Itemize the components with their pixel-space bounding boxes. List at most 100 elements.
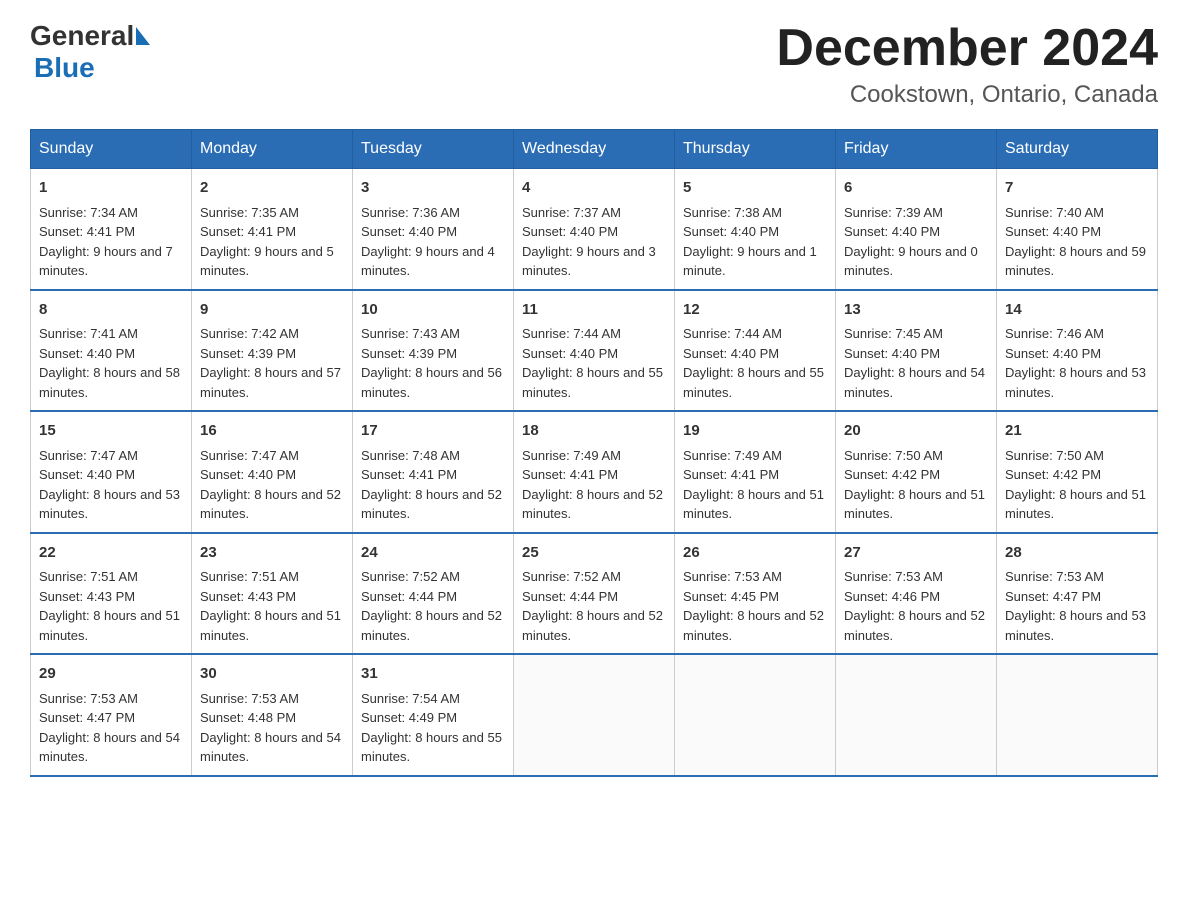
day-info: Sunrise: 7:44 AMSunset: 4:40 PMDaylight:… [683, 326, 824, 400]
day-info: Sunrise: 7:46 AMSunset: 4:40 PMDaylight:… [1005, 326, 1146, 400]
day-number: 20 [844, 420, 988, 443]
day-number: 5 [683, 177, 827, 200]
day-number: 11 [522, 299, 666, 322]
day-info: Sunrise: 7:53 AMSunset: 4:46 PMDaylight:… [844, 569, 985, 643]
day-number: 13 [844, 299, 988, 322]
day-number: 7 [1005, 177, 1149, 200]
month-title: December 2024 [776, 20, 1158, 77]
calendar-cell: 2 Sunrise: 7:35 AMSunset: 4:41 PMDaylight… [192, 169, 353, 290]
day-header-sunday: Sunday [31, 130, 192, 169]
day-info: Sunrise: 7:53 AMSunset: 4:45 PMDaylight:… [683, 569, 824, 643]
day-info: Sunrise: 7:43 AMSunset: 4:39 PMDaylight:… [361, 326, 502, 400]
calendar-cell: 14 Sunrise: 7:46 AMSunset: 4:40 PMDayligh… [997, 290, 1158, 412]
calendar-cell: 20 Sunrise: 7:50 AMSunset: 4:42 PMDayligh… [836, 411, 997, 533]
day-number: 24 [361, 542, 505, 565]
day-number: 8 [39, 299, 183, 322]
day-number: 21 [1005, 420, 1149, 443]
calendar-cell: 23Sunrise: 7:51 AMSunset: 4:43 PMDayligh… [192, 533, 353, 655]
calendar-cell: 25 Sunrise: 7:52 AMSunset: 4:44 PMDayligh… [514, 533, 675, 655]
calendar-cell: 21 Sunrise: 7:50 AMSunset: 4:42 PMDayligh… [997, 411, 1158, 533]
day-number: 1 [39, 177, 183, 200]
calendar-cell: 24 Sunrise: 7:52 AMSunset: 4:44 PMDayligh… [353, 533, 514, 655]
calendar-cell [836, 654, 997, 776]
calendar-cell: 18 Sunrise: 7:49 AMSunset: 4:41 PMDayligh… [514, 411, 675, 533]
calendar-cell: 8 Sunrise: 7:41 AMSunset: 4:40 PMDaylight… [31, 290, 192, 412]
day-info: Sunrise: 7:49 AMSunset: 4:41 PMDaylight:… [683, 448, 824, 522]
day-info: Sunrise: 7:36 AMSunset: 4:40 PMDaylight:… [361, 205, 495, 279]
day-number: 18 [522, 420, 666, 443]
day-header-wednesday: Wednesday [514, 130, 675, 169]
day-info: Sunrise: 7:47 AMSunset: 4:40 PMDaylight:… [39, 448, 180, 522]
day-number: 9 [200, 299, 344, 322]
day-number: 17 [361, 420, 505, 443]
day-info: Sunrise: 7:45 AMSunset: 4:40 PMDaylight:… [844, 326, 985, 400]
calendar-week-row: 1 Sunrise: 7:34 AMSunset: 4:41 PMDaylight… [31, 169, 1158, 290]
day-info: Sunrise: 7:44 AMSunset: 4:40 PMDaylight:… [522, 326, 663, 400]
calendar-cell [514, 654, 675, 776]
day-number: 19 [683, 420, 827, 443]
day-number: 14 [1005, 299, 1149, 322]
location-title: Cookstown, Ontario, Canada [776, 81, 1158, 109]
day-info: Sunrise: 7:52 AMSunset: 4:44 PMDaylight:… [361, 569, 502, 643]
day-number: 16 [200, 420, 344, 443]
calendar-week-row: 29Sunrise: 7:53 AMSunset: 4:47 PMDayligh… [31, 654, 1158, 776]
day-info: Sunrise: 7:42 AMSunset: 4:39 PMDaylight:… [200, 326, 341, 400]
calendar-cell: 27 Sunrise: 7:53 AMSunset: 4:46 PMDayligh… [836, 533, 997, 655]
calendar-cell [997, 654, 1158, 776]
calendar-week-row: 15 Sunrise: 7:47 AMSunset: 4:40 PMDayligh… [31, 411, 1158, 533]
day-number: 15 [39, 420, 183, 443]
day-info: Sunrise: 7:35 AMSunset: 4:41 PMDaylight:… [200, 205, 334, 279]
calendar-cell: 13 Sunrise: 7:45 AMSunset: 4:40 PMDayligh… [836, 290, 997, 412]
day-header-saturday: Saturday [997, 130, 1158, 169]
day-header-tuesday: Tuesday [353, 130, 514, 169]
calendar-table: SundayMondayTuesdayWednesdayThursdayFrid… [30, 129, 1158, 777]
day-number: 23 [200, 542, 344, 565]
day-info: Sunrise: 7:51 AMSunset: 4:43 PMDaylight:… [39, 569, 180, 643]
day-number: 28 [1005, 542, 1149, 565]
day-info: Sunrise: 7:53 AMSunset: 4:47 PMDaylight:… [39, 691, 180, 765]
calendar-cell [675, 654, 836, 776]
calendar-cell: 30Sunrise: 7:53 AMSunset: 4:48 PMDayligh… [192, 654, 353, 776]
calendar-cell: 12 Sunrise: 7:44 AMSunset: 4:40 PMDayligh… [675, 290, 836, 412]
calendar-cell: 31Sunrise: 7:54 AMSunset: 4:49 PMDayligh… [353, 654, 514, 776]
calendar-cell: 7 Sunrise: 7:40 AMSunset: 4:40 PMDaylight… [997, 169, 1158, 290]
calendar-cell: 29Sunrise: 7:53 AMSunset: 4:47 PMDayligh… [31, 654, 192, 776]
logo: General Blue [30, 20, 150, 84]
day-number: 27 [844, 542, 988, 565]
logo-triangle-icon [136, 27, 150, 45]
day-number: 12 [683, 299, 827, 322]
day-number: 25 [522, 542, 666, 565]
day-info: Sunrise: 7:49 AMSunset: 4:41 PMDaylight:… [522, 448, 663, 522]
calendar-cell: 16 Sunrise: 7:47 AMSunset: 4:40 PMDayligh… [192, 411, 353, 533]
day-number: 26 [683, 542, 827, 565]
day-number: 31 [361, 663, 505, 686]
page-header: General Blue December 2024 Cookstown, On… [30, 20, 1158, 109]
day-info: Sunrise: 7:47 AMSunset: 4:40 PMDaylight:… [200, 448, 341, 522]
calendar-cell: 3Sunrise: 7:36 AMSunset: 4:40 PMDaylight… [353, 169, 514, 290]
calendar-cell: 17 Sunrise: 7:48 AMSunset: 4:41 PMDayligh… [353, 411, 514, 533]
logo-text-general: General [30, 20, 134, 52]
day-info: Sunrise: 7:38 AMSunset: 4:40 PMDaylight:… [683, 205, 817, 279]
calendar-cell: 11 Sunrise: 7:44 AMSunset: 4:40 PMDayligh… [514, 290, 675, 412]
calendar-cell: 10Sunrise: 7:43 AMSunset: 4:39 PMDayligh… [353, 290, 514, 412]
day-info: Sunrise: 7:34 AMSunset: 4:41 PMDaylight:… [39, 205, 173, 279]
calendar-week-row: 22Sunrise: 7:51 AMSunset: 4:43 PMDayligh… [31, 533, 1158, 655]
title-section: December 2024 Cookstown, Ontario, Canada [776, 20, 1158, 109]
day-info: Sunrise: 7:50 AMSunset: 4:42 PMDaylight:… [844, 448, 985, 522]
day-number: 6 [844, 177, 988, 200]
day-info: Sunrise: 7:50 AMSunset: 4:42 PMDaylight:… [1005, 448, 1146, 522]
logo-text-blue: Blue [34, 52, 95, 84]
calendar-week-row: 8 Sunrise: 7:41 AMSunset: 4:40 PMDaylight… [31, 290, 1158, 412]
calendar-cell: 6Sunrise: 7:39 AMSunset: 4:40 PMDaylight… [836, 169, 997, 290]
calendar-header-row: SundayMondayTuesdayWednesdayThursdayFrid… [31, 130, 1158, 169]
calendar-cell: 28Sunrise: 7:53 AMSunset: 4:47 PMDayligh… [997, 533, 1158, 655]
day-info: Sunrise: 7:52 AMSunset: 4:44 PMDaylight:… [522, 569, 663, 643]
day-info: Sunrise: 7:48 AMSunset: 4:41 PMDaylight:… [361, 448, 502, 522]
day-header-friday: Friday [836, 130, 997, 169]
day-info: Sunrise: 7:40 AMSunset: 4:40 PMDaylight:… [1005, 205, 1146, 279]
day-info: Sunrise: 7:41 AMSunset: 4:40 PMDaylight:… [39, 326, 180, 400]
calendar-cell: 9 Sunrise: 7:42 AMSunset: 4:39 PMDaylight… [192, 290, 353, 412]
day-number: 2 [200, 177, 344, 200]
calendar-cell: 1 Sunrise: 7:34 AMSunset: 4:41 PMDaylight… [31, 169, 192, 290]
day-header-thursday: Thursday [675, 130, 836, 169]
